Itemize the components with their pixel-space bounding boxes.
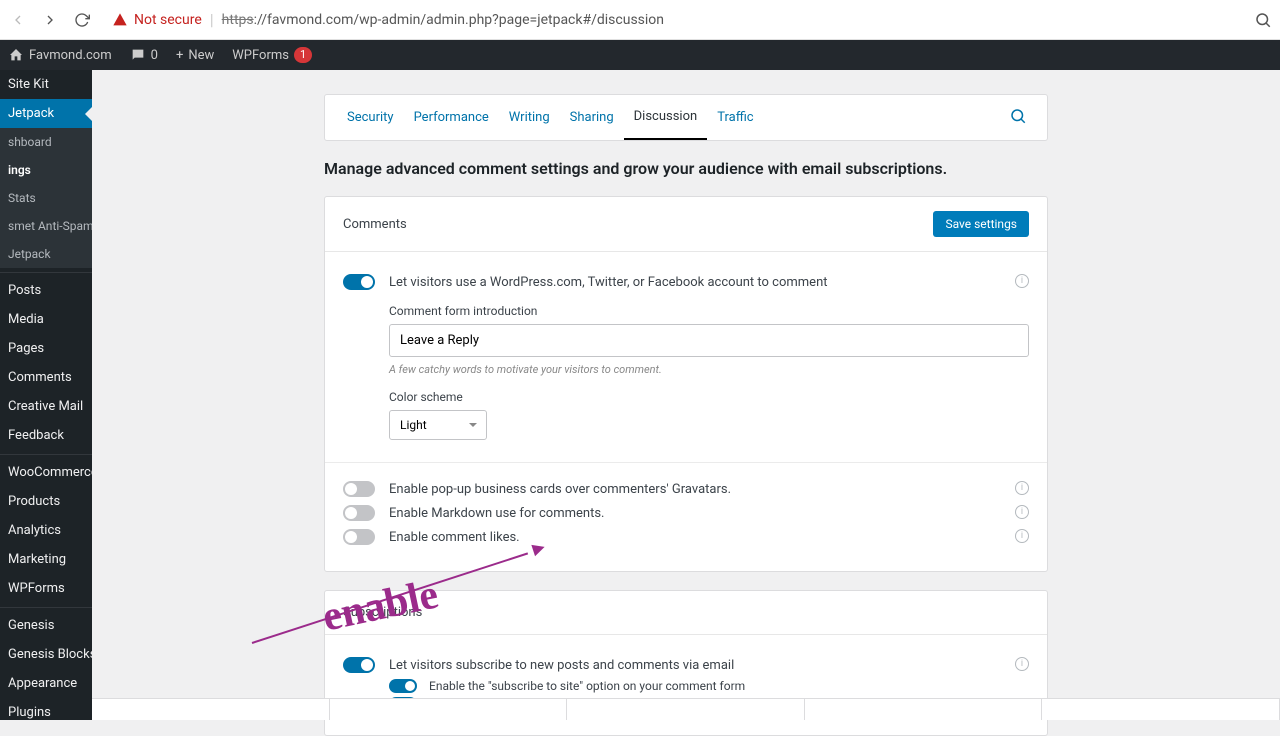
toggle-sub-site[interactable]	[389, 679, 417, 693]
forward-icon[interactable]	[40, 10, 60, 30]
home-icon	[8, 47, 24, 63]
site-name-label: Favmond.com	[29, 48, 112, 63]
comment-icon	[130, 47, 146, 63]
markdown-label: Enable Markdown use for comments.	[389, 506, 604, 521]
sidebar-item-feedback[interactable]: Feedback	[0, 421, 92, 450]
security-label: Not secure	[134, 12, 202, 28]
sidebar-item-site-kit[interactable]: Site Kit	[0, 70, 92, 99]
info-icon[interactable]: i	[1015, 481, 1029, 495]
reload-icon[interactable]	[72, 10, 92, 30]
wp-admin-bar: Favmond.com 0 + New WPForms 1	[0, 40, 1280, 70]
plus-icon: +	[176, 48, 183, 63]
sub-site-label: Enable the "subscribe to site" option on…	[429, 679, 745, 693]
toggle-subscriptions[interactable]	[343, 657, 375, 673]
info-icon[interactable]: i	[1015, 505, 1029, 519]
likes-label: Enable comment likes.	[389, 530, 520, 545]
intro-hint: A few catchy words to motivate your visi…	[389, 363, 1029, 376]
save-button[interactable]: Save settings	[933, 211, 1029, 237]
sidebar-item-ings[interactable]: ings	[0, 156, 92, 184]
social-login-label: Let visitors use a WordPress.com, Twitte…	[389, 275, 828, 290]
intro-input[interactable]	[389, 324, 1029, 357]
tab-writing[interactable]: Writing	[499, 96, 560, 139]
intro-label: Comment form introduction	[389, 304, 1029, 318]
tab-performance[interactable]: Performance	[404, 96, 499, 139]
admin-sidebar: Site KitJetpackshboardingsStatssmet Anti…	[0, 70, 92, 720]
subscriptions-title: Subscriptions	[343, 605, 422, 620]
sidebar-item-media[interactable]: Media	[0, 305, 92, 334]
tab-sharing[interactable]: Sharing	[560, 96, 624, 139]
info-icon[interactable]: i	[1015, 657, 1029, 671]
wpforms-link[interactable]: WPForms 1	[232, 47, 312, 63]
sidebar-item-pages[interactable]: Pages	[0, 334, 92, 363]
toggle-gravatar[interactable]	[343, 481, 375, 497]
toggle-markdown[interactable]	[343, 505, 375, 521]
info-icon[interactable]: i	[1015, 529, 1029, 543]
comments-title: Comments	[343, 217, 407, 232]
sidebar-item-posts[interactable]: Posts	[0, 272, 92, 305]
content-area: SecurityPerformanceWritingSharingDiscuss…	[92, 70, 1280, 720]
sidebar-item-smet-anti-spam[interactable]: smet Anti-Spam	[0, 212, 92, 240]
subscriptions-label: Let visitors subscribe to new posts and …	[389, 658, 734, 673]
wpforms-label: WPForms	[232, 48, 289, 63]
settings-tabs-card: SecurityPerformanceWritingSharingDiscuss…	[324, 94, 1048, 141]
sidebar-item-shboard[interactable]: shboard	[0, 128, 92, 156]
sidebar-item-jetpack[interactable]: Jetpack	[0, 240, 92, 268]
tabs-search-icon[interactable]	[1001, 107, 1035, 129]
tab-security[interactable]: Security	[337, 96, 404, 139]
sidebar-item-creative-mail[interactable]: Creative Mail	[0, 392, 92, 421]
toggle-social-login[interactable]	[343, 274, 375, 290]
new-label: New	[188, 48, 214, 63]
search-icon[interactable]	[1254, 11, 1272, 29]
sidebar-item-plugins[interactable]: Plugins	[0, 698, 92, 720]
sidebar-item-woocommerce[interactable]: WooCommerce	[0, 454, 92, 487]
comments-count: 0	[151, 48, 158, 63]
sidebar-item-wpforms[interactable]: WPForms	[0, 574, 92, 603]
sidebar-item-marketing[interactable]: Marketing	[0, 545, 92, 574]
gravatar-label: Enable pop-up business cards over commen…	[389, 482, 731, 497]
url-text: https://favmond.com/wp-admin/admin.php?p…	[222, 12, 664, 28]
address-bar[interactable]: Not secure | https://favmond.com/wp-admi…	[104, 6, 1242, 33]
page-heading: Manage advanced comment settings and gro…	[324, 159, 1048, 178]
color-label: Color scheme	[389, 390, 1029, 404]
wpforms-badge: 1	[294, 47, 312, 63]
comments-card: Comments Save settings Let visitors use …	[324, 196, 1048, 572]
sidebar-item-jetpack[interactable]: Jetpack	[0, 99, 92, 128]
tab-discussion[interactable]: Discussion	[624, 95, 708, 140]
sidebar-item-comments[interactable]: Comments	[0, 363, 92, 392]
toggle-likes[interactable]	[343, 529, 375, 545]
sidebar-item-genesis-blocks[interactable]: Genesis Blocks	[0, 640, 92, 669]
sidebar-item-appearance[interactable]: Appearance	[0, 669, 92, 698]
new-link[interactable]: + New	[176, 48, 214, 63]
back-icon[interactable]	[8, 10, 28, 30]
info-icon[interactable]: i	[1015, 274, 1029, 288]
sidebar-item-stats[interactable]: Stats	[0, 184, 92, 212]
sidebar-item-analytics[interactable]: Analytics	[0, 516, 92, 545]
sidebar-item-genesis[interactable]: Genesis	[0, 607, 92, 640]
sidebar-item-products[interactable]: Products	[0, 487, 92, 516]
comments-link[interactable]: 0	[130, 47, 158, 63]
browser-toolbar: Not secure | https://favmond.com/wp-admi…	[0, 0, 1280, 40]
security-warning: Not secure	[112, 12, 202, 28]
color-scheme-select[interactable]: Light	[389, 410, 487, 440]
site-name-link[interactable]: Favmond.com	[8, 47, 112, 63]
tab-traffic[interactable]: Traffic	[707, 96, 763, 139]
bottom-strip	[92, 698, 1280, 720]
